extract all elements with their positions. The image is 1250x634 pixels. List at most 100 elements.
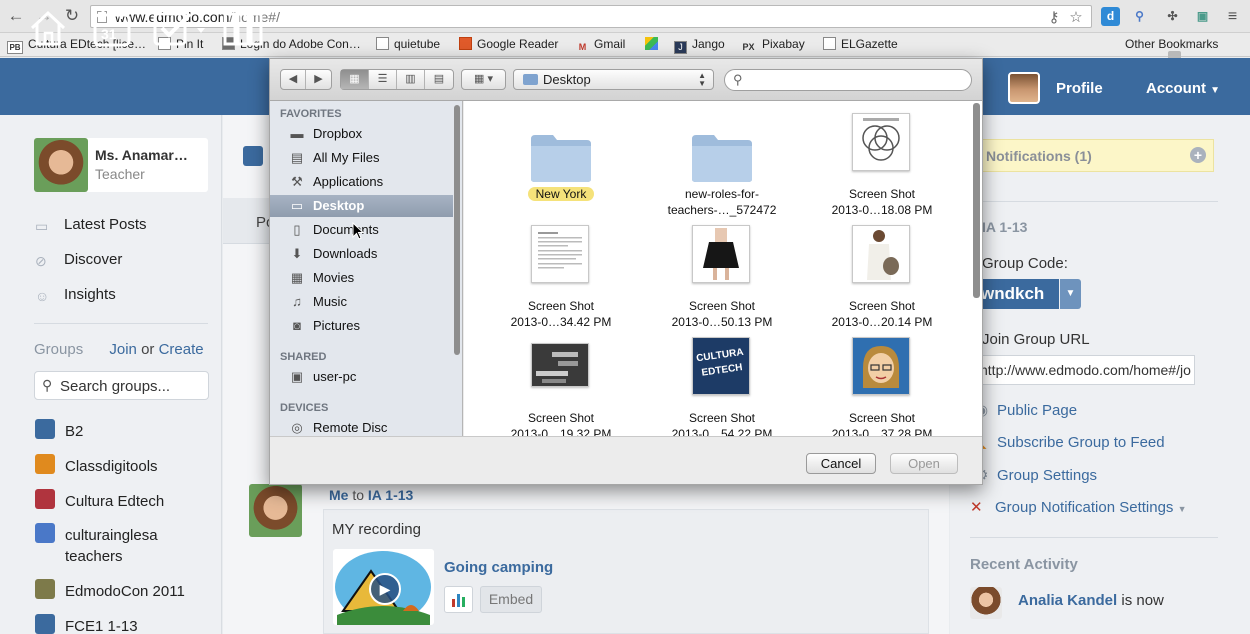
sidebar-item-movies[interactable]: ▦ Movies <box>270 267 453 289</box>
history-nav: ◀ ▶ <box>280 69 332 90</box>
sidebar-item-remote-disc[interactable]: ◎ Remote Disc <box>270 417 453 436</box>
search-groups-input[interactable]: ⚲ Search groups... <box>34 371 209 400</box>
sidebar-item-insights[interactable]: ☺ Insights <box>35 286 116 304</box>
page-icon <box>376 37 389 50</box>
sidebar-item-pictures[interactable]: ◙ Pictures <box>270 315 453 337</box>
post-group[interactable]: IA 1-13 <box>368 487 413 503</box>
dialog-search-input[interactable]: ⚲ <box>724 69 972 91</box>
bookmark-jango[interactable]: J Jango <box>674 37 725 54</box>
icon-view-icon[interactable]: ▦ <box>341 70 369 89</box>
group-color-swatch <box>243 146 263 166</box>
user-card[interactable]: Ms. Anamar… Teacher <box>34 138 208 192</box>
image-thumbnail <box>852 113 910 171</box>
file-item-screenshot-3442[interactable]: Screen Shot 2013-0…34.42 PM <box>486 225 636 329</box>
embed-button[interactable]: Embed <box>480 586 542 613</box>
file-item-screenshot-3728[interactable]: Screen Shot 2013-0…37.28 PM <box>807 337 957 436</box>
files-scrollbar[interactable] <box>973 103 980 298</box>
coverflow-view-icon[interactable]: ▤ <box>425 70 453 89</box>
bookmark-google-drive[interactable] <box>645 37 663 51</box>
sidebar-item-user-pc[interactable]: ▣ user-pc <box>270 366 453 388</box>
plus-icon[interactable]: + <box>1190 147 1206 163</box>
file-item-screenshot-1808[interactable]: Screen Shot 2013-0…18.08 PM <box>807 113 957 217</box>
bookmark-quietube[interactable]: quietube <box>376 37 440 51</box>
search-extension-icon[interactable]: ⚲ <box>1130 7 1149 26</box>
header-avatar[interactable] <box>1008 72 1040 104</box>
sidebar-item-music[interactable]: ♫ Music <box>270 291 453 313</box>
file-item-screenshot-5013[interactable]: Screen Shot 2013-0…50.13 PM <box>647 225 797 329</box>
smiley-icon: ☺ <box>35 288 50 304</box>
join-group-link[interactable]: Join <box>109 341 137 358</box>
list-view-icon[interactable]: ☰ <box>369 70 397 89</box>
recent-activity-title: Recent Activity <box>970 556 1078 573</box>
image-thumbnail <box>531 225 589 283</box>
file-item-screenshot-1932[interactable]: Screen Shot 2013-0…19.32 PM <box>486 337 636 436</box>
open-button[interactable]: Open <box>890 453 958 474</box>
file-browser: New York new-roles-for-teachers-…_572472… <box>464 101 982 436</box>
bookmark-elgazette[interactable]: ELGazette <box>823 37 898 51</box>
delicious-extension-icon[interactable]: d <box>1101 7 1120 26</box>
download-icon: ⬇ <box>291 246 303 261</box>
calendar-icon[interactable]: 31 <box>92 8 132 48</box>
files-icon: ▤ <box>290 150 304 165</box>
key-icon[interactable]: ⚷ <box>1045 9 1063 27</box>
post-author-avatar[interactable] <box>249 484 302 537</box>
location-popup[interactable]: Desktop ▲ ▼ <box>513 69 714 90</box>
sidebar-item-desktop[interactable]: ▭ Desktop <box>270 195 453 217</box>
sidebar-item-latest-posts[interactable]: ▭ Latest Posts <box>35 216 147 234</box>
bookmark-pixabay[interactable]: PX Pixabay <box>740 37 804 55</box>
assignments-icon[interactable] <box>152 8 208 48</box>
cancel-button[interactable]: Cancel <box>806 453 876 474</box>
sidebar-item-applications[interactable]: ⚒ Applications <box>270 171 453 193</box>
menu-icon[interactable]: ≡ <box>1223 7 1242 26</box>
subscribe-feed-link[interactable]: ◣Subscribe Group to Feed <box>975 433 1165 451</box>
sidebar-item-downloads[interactable]: ⬇ Downloads <box>270 243 453 265</box>
home-icon[interactable] <box>28 8 68 48</box>
sidebar-item-dropbox[interactable]: ▬ Dropbox <box>270 123 453 145</box>
devices-header: DEVICES <box>280 402 329 414</box>
file-item-new-roles[interactable]: new-roles-for-teachers-…_572472 <box>647 117 797 217</box>
screenshot-extension-icon[interactable]: ▣ <box>1193 7 1212 26</box>
group-code-label: Group Code: <box>982 255 1068 272</box>
account-menu[interactable]: Account ▼ <box>1146 80 1220 97</box>
film-icon: ▦ <box>290 270 304 285</box>
recent-user-link[interactable]: Analia Kandel <box>1018 592 1117 609</box>
user-avatar <box>34 138 88 192</box>
group-code[interactable]: wndkch <box>975 279 1059 309</box>
apps-extension-icon[interactable]: ✣ <box>1163 7 1182 26</box>
group-notification-settings-link[interactable]: ✕ Group Notification Settings ▼ <box>970 498 1187 516</box>
file-item-screenshot-5422[interactable]: CULTURA EDTECH Screen Shot 2013-0…54.22 P… <box>647 337 797 436</box>
create-group-link[interactable]: Create <box>159 341 204 358</box>
rss-icon <box>459 37 472 50</box>
post-author[interactable]: Me <box>329 487 348 503</box>
library-icon[interactable] <box>222 8 268 48</box>
sidebar-scrollbar[interactable] <box>454 105 460 355</box>
disc-icon: ◎ <box>291 420 303 435</box>
back-button[interactable]: ← <box>6 6 26 26</box>
profile-link[interactable]: Profile <box>1056 80 1103 97</box>
group-color-swatch <box>35 419 55 439</box>
location-label: Desktop <box>543 72 591 87</box>
chevron-down-icon[interactable]: ▼ <box>1060 279 1081 309</box>
public-page-link[interactable]: ◉Public Page <box>975 401 1077 419</box>
file-item-new-york[interactable]: New York <box>486 117 636 217</box>
star-icon[interactable]: ☆ <box>1067 9 1085 27</box>
chart-icon[interactable] <box>444 586 473 613</box>
play-icon[interactable]: ▶ <box>369 573 401 605</box>
arrange-button[interactable]: ▦ ▾ <box>461 69 506 90</box>
bookmark-gmail[interactable]: M Gmail <box>576 37 626 55</box>
back-arrow-icon[interactable]: ◀ <box>281 70 306 89</box>
other-bookmarks[interactable]: Other Bookmarks <box>1125 37 1218 64</box>
group-settings-link[interactable]: ⚙Group Settings <box>975 466 1097 484</box>
forward-arrow-icon[interactable]: ▶ <box>306 70 331 89</box>
recent-activity-avatar[interactable] <box>970 587 1002 619</box>
bookmark-google-reader[interactable]: Google Reader <box>459 37 558 51</box>
notifications-box[interactable]: Notifications (1) + <box>975 139 1214 172</box>
column-view-icon[interactable]: ▥ <box>397 70 425 89</box>
shared-header: SHARED <box>280 351 327 363</box>
join-url-field[interactable]: http://www.edmodo.com/home#/jo <box>975 355 1195 385</box>
compass-icon: ⊘ <box>35 253 47 269</box>
sidebar-item-discover[interactable]: ⊘ Discover <box>35 251 122 269</box>
file-item-screenshot-2014[interactable]: Screen Shot 2013-0…20.14 PM <box>807 225 957 329</box>
attachment-title[interactable]: Going camping <box>444 559 553 576</box>
sidebar-item-all-my-files[interactable]: ▤ All My Files <box>270 147 453 169</box>
